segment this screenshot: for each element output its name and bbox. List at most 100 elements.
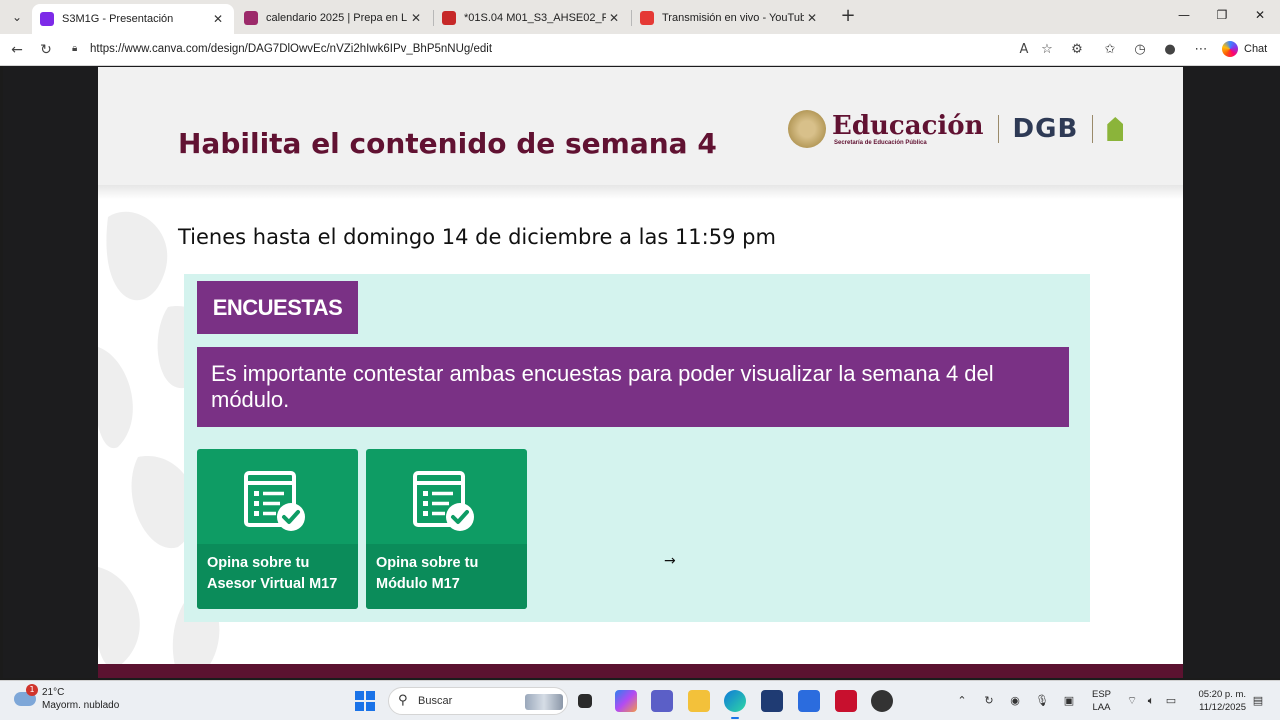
taskbar-search[interactable]: ⚲ Buscar	[388, 687, 568, 715]
youtube-favicon-icon	[640, 11, 654, 25]
close-tab-icon[interactable]: ✕	[408, 11, 424, 25]
slide-title: Habilita el contenido de semana 4	[178, 127, 717, 160]
obs-studio-icon[interactable]	[871, 690, 893, 712]
tab-presentation[interactable]: S3M1G - Presentación ✕	[32, 4, 234, 34]
surveys-panel: ENCUESTAS Es importante contestar ambas …	[184, 274, 1090, 622]
tab-calendario[interactable]: calendario 2025 | Prepa en Línea - ✕	[236, 4, 432, 32]
tab-youtube-studio[interactable]: Transmisión en vivo - YouTube Stu ✕	[632, 4, 828, 32]
minimize-icon[interactable]: —	[1174, 8, 1194, 22]
card-label: Opina sobre tu Módulo M17	[366, 544, 527, 609]
microphone-icon[interactable]: 🎙︎	[1035, 694, 1049, 708]
display-icon[interactable]: ▣	[1062, 694, 1076, 708]
close-tab-icon[interactable]: ✕	[804, 11, 820, 25]
more-options-icon[interactable]: ⋯	[1193, 42, 1209, 58]
sep-logo-subtitle: Secretaría de Educación Pública	[834, 140, 927, 146]
favorites-icon[interactable]: ✩	[1102, 42, 1118, 58]
new-tab-icon[interactable]: +	[838, 6, 858, 26]
mouse-cursor-arrow-icon: →	[664, 553, 676, 569]
sync-icon[interactable]: ↻	[982, 694, 996, 708]
edge-browser-icon[interactable]	[724, 690, 746, 712]
close-tab-icon[interactable]: ✕	[606, 11, 622, 25]
back-icon[interactable]: ←	[8, 41, 26, 59]
security-icon[interactable]: ◉	[1008, 694, 1022, 708]
weather-temp: 21°C	[42, 687, 65, 698]
search-icon: ⚲	[398, 693, 408, 708]
close-tab-icon[interactable]: ✕	[210, 12, 226, 26]
tab-title: calendario 2025 | Prepa en Línea -	[266, 12, 408, 24]
lang-layout: LAA	[1092, 702, 1111, 713]
history-icon[interactable]: ◷	[1132, 42, 1148, 58]
weather-desc: Mayorm. nublado	[42, 700, 120, 711]
survey-card-modulo[interactable]: Opina sobre tu Módulo M17	[366, 449, 527, 609]
weather-widget[interactable]: 1 21°C Mayorm. nublado	[14, 684, 120, 712]
address-bar[interactable]: 🔒︎ https://www.canva.com/design/DAG7DlOw…	[64, 38, 1064, 62]
site-info-icon[interactable]: 🔒︎	[72, 43, 86, 57]
copilot-taskbar-icon[interactable]	[615, 690, 637, 712]
notifications-icon[interactable]: ▤	[1251, 694, 1265, 708]
url-text: https://www.canva.com/design/DAG7DlOwvEc…	[90, 43, 493, 55]
address-toolbar: ← ↻ 🔒︎ https://www.canva.com/design/DAG7…	[0, 34, 1280, 66]
file-explorer-icon[interactable]	[688, 690, 710, 712]
pdf-favicon-icon	[442, 11, 456, 25]
battery-icon[interactable]: ▭	[1164, 694, 1178, 708]
whiteboard-app-icon[interactable]	[798, 690, 820, 712]
card-label-line: Opina sobre tu	[207, 555, 310, 571]
prepa-en-linea-logo	[1107, 113, 1147, 145]
clock-date: 11/12/2025	[1199, 702, 1246, 713]
tab-actions-menu-icon[interactable]: ⌄	[6, 7, 28, 27]
system-clock[interactable]: 05:20 p. m. 11/12/2025	[1186, 688, 1246, 714]
read-aloud-icon[interactable]: A	[1016, 42, 1032, 58]
active-app-indicator	[731, 717, 739, 719]
slide-footer-bar	[98, 664, 1183, 678]
institution-logos: Educación Secretaría de Educación Públic…	[788, 105, 1147, 153]
search-placeholder: Buscar	[418, 695, 453, 707]
volume-icon[interactable]: 🔈︎	[1144, 694, 1158, 708]
teams-icon[interactable]	[651, 690, 673, 712]
wifi-icon[interactable]: ⌔	[1125, 694, 1139, 708]
canva-favicon-icon	[40, 12, 54, 26]
input-language-indicator[interactable]: ESP LAA	[1092, 688, 1111, 714]
dgb-logo: DGB	[1012, 114, 1079, 144]
extensions-icon[interactable]: ⚙	[1069, 42, 1085, 58]
slide: Habilita el contenido de semana 4 Educac…	[98, 67, 1183, 677]
microsoft-store-icon[interactable]	[761, 690, 783, 712]
favorite-star-icon[interactable]: ☆	[1039, 42, 1055, 58]
browser-tab-bar: ⌄ S3M1G - Presentación ✕ calendario 2025…	[0, 0, 1280, 34]
task-view-icon[interactable]	[578, 694, 592, 708]
prepa-favicon-icon	[244, 11, 258, 25]
card-label-line: Módulo M17	[376, 576, 460, 592]
notification-badge: 1	[26, 684, 38, 696]
cloud-icon: 1	[14, 684, 38, 706]
deadline-text: Tienes hasta el domingo 14 de diciembre …	[178, 225, 776, 249]
reload-icon[interactable]: ↻	[37, 41, 55, 59]
tab-title: Transmisión en vivo - YouTube Stu	[662, 12, 804, 24]
sep-logo: Educación Secretaría de Educación Públic…	[832, 112, 984, 146]
card-label-line: Opina sobre tu	[376, 555, 479, 571]
close-window-icon[interactable]: ✕	[1250, 8, 1270, 22]
house-icon	[1107, 117, 1124, 141]
windows-taskbar: 1 21°C Mayorm. nublado ⚲ Buscar ⌃ ↻ ◉ 🎙︎…	[0, 680, 1280, 720]
lang-code: ESP	[1092, 689, 1112, 700]
logo-divider	[997, 115, 999, 143]
survey-card-asesor[interactable]: Opina sobre tu Asesor Virtual M17	[197, 449, 358, 609]
maximize-icon[interactable]: ❐	[1212, 8, 1232, 22]
copilot-chat-button[interactable]: Chat	[1222, 41, 1267, 57]
card-icon-area	[366, 449, 527, 544]
search-highlight-image	[525, 694, 563, 710]
card-label-line: Asesor Virtual M17	[207, 576, 338, 592]
survey-form-check-icon	[413, 471, 474, 531]
header-shadow	[98, 185, 1183, 199]
sep-logo-word: Educación	[832, 111, 984, 141]
survey-form-check-icon	[244, 471, 305, 531]
mcafee-icon[interactable]	[835, 690, 857, 712]
chat-label: Chat	[1244, 43, 1268, 55]
windows-start-icon[interactable]	[355, 691, 375, 711]
surveys-notice: Es importante contestar ambas encuestas …	[197, 347, 1069, 427]
copilot-icon	[1222, 41, 1238, 57]
clock-time: 05:20 p. m.	[1198, 689, 1246, 700]
profile-icon[interactable]: ●	[1162, 42, 1178, 58]
tab-pdf[interactable]: *01S.04 M01_S3_AHSE02_PDF_INT ✕	[434, 4, 630, 32]
show-hidden-icons-chevron-icon[interactable]: ⌃	[955, 694, 969, 708]
card-label: Opina sobre tu Asesor Virtual M17	[197, 544, 358, 609]
mexico-seal-icon	[788, 110, 826, 148]
